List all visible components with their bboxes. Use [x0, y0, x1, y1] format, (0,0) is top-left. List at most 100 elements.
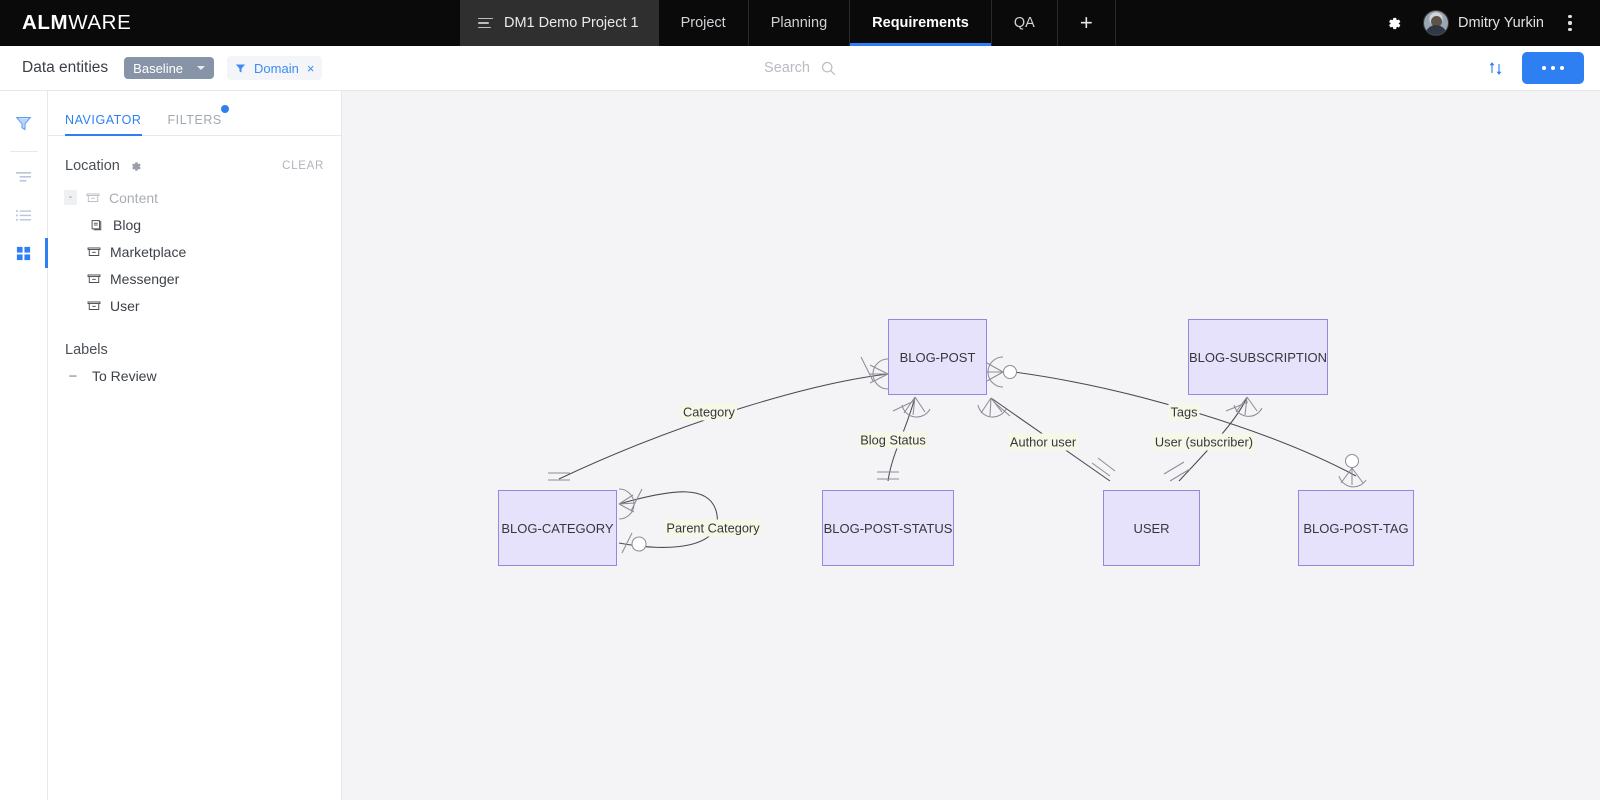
- tab-navigator-label: NAVIGATOR: [65, 113, 142, 127]
- folder-icon: [86, 192, 100, 202]
- entity-blog-post-status-label: BLOG-POST-STATUS: [823, 520, 953, 536]
- entity-user[interactable]: USER: [1103, 490, 1200, 566]
- er-relationship-lines: [548, 356, 1367, 554]
- kebab-menu-icon: [1568, 15, 1572, 31]
- logo-bold-text: ALM: [22, 10, 69, 34]
- tab-navigator[interactable]: NAVIGATOR: [65, 113, 142, 136]
- edge-label-user-subscriber: User (subscriber): [1152, 433, 1256, 451]
- tree-item-marketplace[interactable]: Marketplace: [65, 238, 341, 265]
- location-tree: - Content Blog Marketplace Messenger Use…: [48, 174, 341, 319]
- entity-blog-category[interactable]: BLOG-CATEGORY: [498, 490, 617, 566]
- plus-icon: +: [1079, 10, 1093, 35]
- search-icon: [821, 61, 836, 75]
- folder-icon: [87, 300, 101, 310]
- baseline-label: Baseline: [133, 60, 184, 76]
- er-diagram-canvas[interactable]: BLOG-POST BLOG-SUBSCRIPTION BLOG-CATEGOR…: [342, 91, 1600, 800]
- overflow-menu-button[interactable]: [1550, 0, 1590, 46]
- entity-blog-post-tag-label: BLOG-POST-TAG: [1303, 520, 1409, 536]
- folder-icon: [87, 246, 101, 256]
- project-selector-label: DM1 Demo Project 1: [504, 15, 639, 31]
- tree-item-blog[interactable]: Blog: [65, 211, 341, 238]
- add-tab-button[interactable]: +: [1058, 0, 1116, 46]
- outline-list-icon: [15, 171, 32, 182]
- tab-qa-label: QA: [1013, 15, 1035, 31]
- top-bar-right: Dmitry Yurkin: [1373, 0, 1600, 46]
- filter-chip-domain[interactable]: Domain ×: [227, 56, 323, 80]
- page-title: Data entities: [22, 59, 109, 76]
- rail-item-filter[interactable]: [0, 104, 48, 142]
- sub-header: Data entities Baseline Domain × Search: [0, 46, 1600, 91]
- folder-icon: [87, 273, 101, 283]
- sort-button[interactable]: [1487, 60, 1504, 77]
- rail-divider: [9, 151, 38, 152]
- rail-item-list[interactable]: [0, 196, 48, 234]
- grid-icon: [16, 246, 31, 260]
- tab-qa[interactable]: QA: [992, 0, 1058, 46]
- search-input[interactable]: Search: [764, 60, 836, 76]
- filters-badge-dot: [220, 105, 229, 113]
- edge-label-author-user: Author user: [1007, 433, 1079, 451]
- menu-lines-icon: [478, 17, 493, 29]
- avatar: [1423, 10, 1450, 36]
- filter-chip-label: Domain: [254, 60, 299, 76]
- tree-item-messenger[interactable]: Messenger: [65, 265, 341, 292]
- logo-light-text: WARE: [68, 10, 132, 34]
- collapse-toggle-icon[interactable]: -: [64, 190, 77, 205]
- user-menu[interactable]: Dmitry Yurkin: [1413, 10, 1550, 36]
- entity-blog-post-status[interactable]: BLOG-POST-STATUS: [822, 490, 954, 566]
- entity-user-label: USER: [1133, 520, 1170, 536]
- edge-label-parent-category: Parent Category: [664, 519, 762, 537]
- rail-item-outline[interactable]: [0, 158, 48, 196]
- list-icon: [15, 209, 32, 221]
- navigator-panel: NAVIGATOR FILTERS Location CLEAR - Conte…: [48, 91, 342, 800]
- sub-header-actions: [1487, 52, 1584, 84]
- clear-location-button[interactable]: CLEAR: [282, 160, 324, 172]
- tab-project-label: Project: [680, 15, 726, 31]
- project-selector-tab[interactable]: DM1 Demo Project 1: [460, 0, 659, 46]
- main-body: NAVIGATOR FILTERS Location CLEAR - Conte…: [0, 91, 1600, 800]
- tree-item-blog-label: Blog: [113, 216, 142, 233]
- top-nav-tabs: DM1 Demo Project 1 Project Planning Requ…: [460, 0, 1116, 46]
- chevron-down-icon: [197, 66, 206, 70]
- tag-icon: [69, 374, 78, 377]
- label-item-to-review-label: To Review: [92, 368, 157, 384]
- tab-requirements[interactable]: Requirements: [850, 0, 992, 46]
- app-logo[interactable]: ALMWARE: [0, 0, 460, 46]
- location-section-header: Location CLEAR: [48, 136, 341, 174]
- tab-planning-label: Planning: [770, 15, 828, 31]
- gear-icon: [132, 161, 141, 171]
- tab-planning[interactable]: Planning: [749, 0, 851, 46]
- entity-blog-subscription-label: BLOG-SUBSCRIPTION: [1189, 349, 1327, 365]
- close-icon[interactable]: ×: [307, 62, 315, 75]
- sort-arrows-icon: [1489, 61, 1502, 75]
- tree-item-user[interactable]: User: [65, 292, 341, 319]
- tree-item-content[interactable]: - Content: [64, 184, 341, 211]
- more-actions-button[interactable]: [1522, 52, 1584, 84]
- entity-blog-post-tag[interactable]: BLOG-POST-TAG: [1298, 490, 1414, 566]
- entity-blog-category-label: BLOG-CATEGORY: [501, 520, 614, 536]
- gear-icon: [1388, 17, 1400, 29]
- filter-icon: [15, 116, 32, 130]
- settings-button[interactable]: [1373, 0, 1413, 46]
- user-name-label: Dmitry Yurkin: [1458, 15, 1544, 31]
- tree-item-messenger-label: Messenger: [110, 270, 180, 287]
- entity-blog-post[interactable]: BLOG-POST: [888, 319, 987, 395]
- edge-label-category: Category: [681, 403, 737, 421]
- tab-project[interactable]: Project: [659, 0, 749, 46]
- rail-item-grid[interactable]: [0, 234, 48, 272]
- entity-blog-subscription[interactable]: BLOG-SUBSCRIPTION: [1188, 319, 1328, 395]
- label-item-to-review[interactable]: To Review: [48, 358, 341, 384]
- tab-filters-label: FILTERS: [167, 113, 222, 127]
- book-icon: [91, 219, 102, 230]
- entity-blog-post-label: BLOG-POST: [899, 349, 976, 365]
- top-bar: ALMWARE DM1 Demo Project 1 Project Plann…: [0, 0, 1600, 46]
- location-settings-button[interactable]: [129, 160, 142, 173]
- labels-section-title: Labels: [65, 342, 108, 358]
- edge-label-blog-status: Blog Status: [858, 431, 928, 449]
- filter-icon: [235, 63, 246, 73]
- edge-label-tags: Tags: [1168, 403, 1200, 421]
- baseline-selector[interactable]: Baseline: [124, 57, 215, 79]
- navigator-tab-row: NAVIGATOR FILTERS: [48, 91, 341, 136]
- tree-item-user-label: User: [110, 297, 140, 314]
- tab-filters[interactable]: FILTERS: [167, 105, 229, 135]
